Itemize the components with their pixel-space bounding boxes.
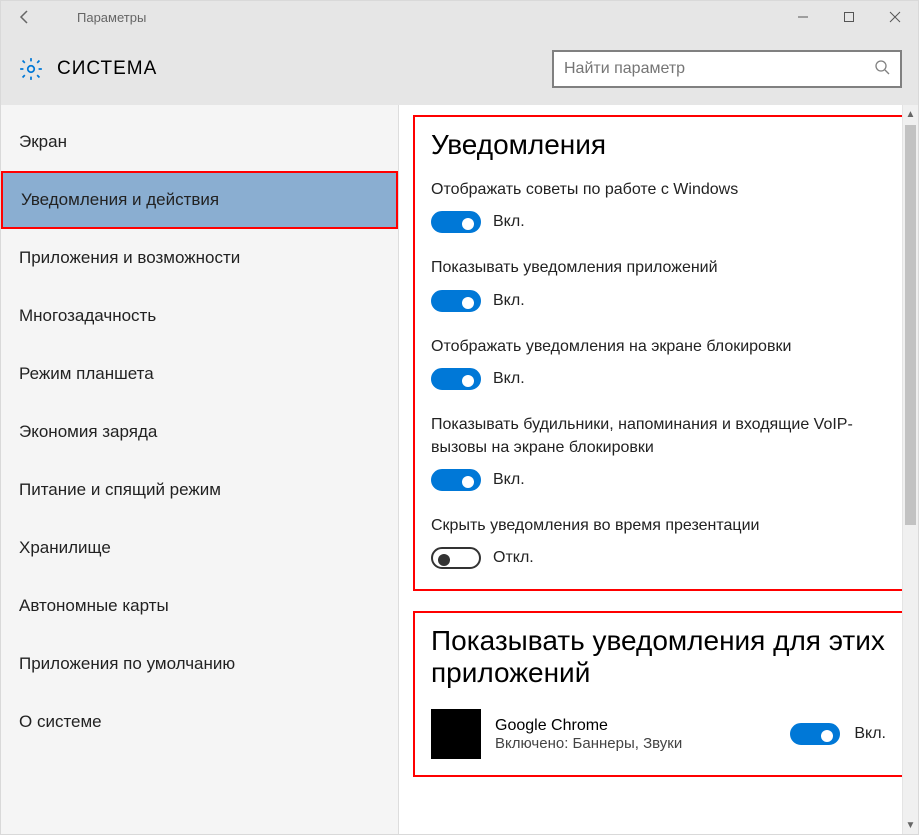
- toggle-switch[interactable]: [431, 368, 481, 390]
- setting-show-tips: Отображать советы по работе с Windows Вк…: [431, 179, 886, 233]
- sidebar-item-label: Питание и спящий режим: [19, 480, 221, 500]
- toggle-state-text: Вкл.: [493, 292, 525, 310]
- toggle-switch[interactable]: [431, 547, 481, 569]
- app-notifications-section: Показывать уведомления для этих приложен…: [413, 611, 904, 777]
- toggle-switch[interactable]: [431, 469, 481, 491]
- sidebar-item-label: Уведомления и действия: [21, 190, 219, 210]
- setting-label: Отображать советы по работе с Windows: [431, 179, 886, 201]
- minimize-button[interactable]: [780, 1, 826, 33]
- setting-alarms-voip-lockscreen: Показывать будильники, напоминания и вхо…: [431, 414, 886, 491]
- search-input[interactable]: [564, 60, 874, 78]
- maximize-button[interactable]: [826, 1, 872, 33]
- sidebar-item-label: Режим планшета: [19, 364, 154, 384]
- toggle-switch[interactable]: [790, 723, 840, 745]
- setting-label: Отображать уведомления на экране блокиро…: [431, 336, 886, 358]
- sidebar-item-offline-maps[interactable]: Автономные карты: [1, 577, 398, 635]
- content-body: Экран Уведомления и действия Приложения …: [1, 105, 918, 834]
- sidebar-item-multitasking[interactable]: Многозадачность: [1, 287, 398, 345]
- header: СИСТЕМА: [1, 33, 918, 105]
- app-notification-row[interactable]: Google Chrome Включено: Баннеры, Звуки В…: [431, 709, 886, 759]
- sidebar-item-display[interactable]: Экран: [1, 113, 398, 171]
- setting-lockscreen-notifications: Отображать уведомления на экране блокиро…: [431, 336, 886, 390]
- sidebar-item-label: О системе: [19, 712, 102, 732]
- toggle-state-text: Вкл.: [493, 471, 525, 489]
- section-title: Уведомления: [431, 129, 886, 161]
- app-icon: [431, 709, 481, 759]
- setting-label: Показывать уведомления приложений: [431, 257, 886, 279]
- scrollbar[interactable]: ▲ ▼: [902, 105, 918, 834]
- toggle-switch[interactable]: [431, 290, 481, 312]
- setting-label: Показывать будильники, напоминания и вхо…: [431, 414, 886, 459]
- section-title: Показывать уведомления для этих приложен…: [431, 625, 886, 689]
- toggle-state-text: Вкл.: [493, 213, 525, 231]
- search-box[interactable]: [552, 50, 902, 88]
- close-button[interactable]: [872, 1, 918, 33]
- setting-hide-during-presentation: Скрыть уведомления во время презентации …: [431, 515, 886, 569]
- toggle-state-text: Откл.: [493, 549, 534, 567]
- toggle-switch[interactable]: [431, 211, 481, 233]
- main-content: Уведомления Отображать советы по работе …: [399, 105, 918, 834]
- page-title: СИСТЕМА: [57, 58, 157, 80]
- toggle-state-text: Вкл.: [854, 725, 886, 743]
- toggle-state-text: Вкл.: [493, 370, 525, 388]
- scroll-up-arrow[interactable]: ▲: [903, 105, 918, 123]
- sidebar-item-apps-features[interactable]: Приложения и возможности: [1, 229, 398, 287]
- search-icon: [874, 59, 890, 80]
- scroll-thumb[interactable]: [905, 125, 916, 525]
- sidebar-item-label: Приложения и возможности: [19, 248, 240, 268]
- setting-label: Скрыть уведомления во время презентации: [431, 515, 886, 537]
- sidebar-item-storage[interactable]: Хранилище: [1, 519, 398, 577]
- back-button[interactable]: [1, 9, 49, 25]
- titlebar: Параметры: [1, 1, 918, 33]
- app-name: Google Chrome: [495, 717, 776, 735]
- sidebar-item-label: Хранилище: [19, 538, 111, 558]
- sidebar-item-tablet-mode[interactable]: Режим планшета: [1, 345, 398, 403]
- window-controls: [780, 1, 918, 33]
- sidebar-item-label: Экран: [19, 132, 67, 152]
- sidebar-item-battery-saver[interactable]: Экономия заряда: [1, 403, 398, 461]
- settings-window: Параметры СИСТЕМА: [0, 0, 919, 835]
- sidebar: Экран Уведомления и действия Приложения …: [1, 105, 399, 834]
- sidebar-item-notifications[interactable]: Уведомления и действия: [1, 171, 398, 229]
- sidebar-item-about[interactable]: О системе: [1, 693, 398, 751]
- sidebar-item-label: Экономия заряда: [19, 422, 157, 442]
- sidebar-item-default-apps[interactable]: Приложения по умолчанию: [1, 635, 398, 693]
- notifications-section: Уведомления Отображать советы по работе …: [413, 115, 904, 591]
- scroll-down-arrow[interactable]: ▼: [903, 816, 918, 834]
- setting-show-app-notifications: Показывать уведомления приложений Вкл.: [431, 257, 886, 311]
- sidebar-item-label: Многозадачность: [19, 306, 156, 326]
- app-info: Google Chrome Включено: Баннеры, Звуки: [495, 717, 776, 752]
- sidebar-item-label: Приложения по умолчанию: [19, 654, 235, 674]
- window-title: Параметры: [77, 10, 146, 25]
- app-subtitle: Включено: Баннеры, Звуки: [495, 735, 776, 752]
- gear-icon: [17, 55, 45, 83]
- sidebar-item-power-sleep[interactable]: Питание и спящий режим: [1, 461, 398, 519]
- sidebar-item-label: Автономные карты: [19, 596, 169, 616]
